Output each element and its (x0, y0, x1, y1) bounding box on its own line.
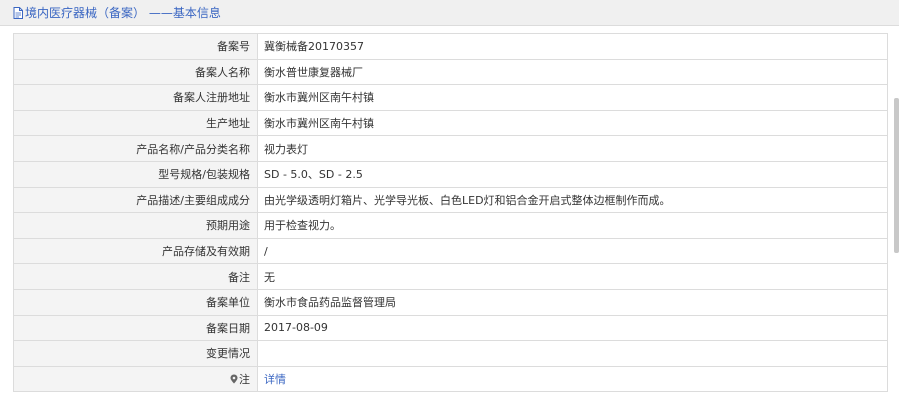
table-row: 预期用途 用于检查视力。 (13, 212, 888, 239)
table-row: 产品描述/主要组成成分 由光学级透明灯箱片、光学导光板、白色LED灯和铝合金开启… (13, 186, 888, 214)
document-icon (13, 7, 23, 22)
row-label: 生产地址 (13, 109, 258, 137)
row-label: 备案人名称 (13, 58, 258, 86)
row-value: 衡水市食品药品监督管理局 (257, 288, 888, 316)
table-row: 产品名称/产品分类名称 视力表灯 (13, 135, 888, 162)
table-row: 备注 无 (13, 263, 888, 290)
table-row: 备案人名称 衡水普世康复器械厂 (13, 58, 888, 86)
table-row: 产品存储及有效期 / (13, 237, 888, 265)
page-title: 境内医疗器械（备案） ——基本信息 (13, 4, 221, 22)
row-value: 视力表灯 (257, 135, 888, 162)
row-value (257, 340, 888, 367)
scrollbar-thumb[interactable] (894, 98, 899, 253)
row-label: 备案人注册地址 (13, 84, 258, 111)
row-label: 预期用途 (13, 212, 258, 239)
page-title-text: 境内医疗器械（备案） ——基本信息 (25, 6, 221, 20)
table-row: 生产地址 衡水市冀州区南午村镇 (13, 109, 888, 137)
row-value: SD - 5.0、SD - 2.5 (257, 160, 888, 188)
row-label: 备案日期 (13, 314, 258, 342)
row-label: 备案号 (13, 33, 258, 60)
row-value: 衡水市冀州区南午村镇 (257, 84, 888, 111)
row-label-note: 注 (13, 365, 258, 393)
table-row: 备案日期 2017-08-09 (13, 314, 888, 342)
page-header: 境内医疗器械（备案） ——基本信息 (0, 0, 899, 26)
row-label: 变更情况 (13, 340, 258, 367)
row-value: 用于检查视力。 (257, 212, 888, 239)
row-value: / (257, 237, 888, 265)
row-value: 由光学级透明灯箱片、光学导光板、白色LED灯和铝合金开启式整体边框制作而成。 (257, 186, 888, 214)
table-row: 注 详情 (13, 365, 888, 393)
note-label: 注 (239, 373, 250, 387)
row-label: 备注 (13, 263, 258, 290)
row-value: 2017-08-09 (257, 314, 888, 342)
basic-info-table: 备案号 冀衡械备20170357 备案人名称 衡水普世康复器械厂 备案人注册地址… (13, 33, 888, 393)
row-label: 产品存储及有效期 (13, 237, 258, 265)
row-value: 衡水普世康复器械厂 (257, 58, 888, 86)
table-row: 变更情况 (13, 340, 888, 367)
details-link[interactable]: 详情 (264, 373, 286, 386)
table-row: 备案人注册地址 衡水市冀州区南午村镇 (13, 84, 888, 111)
table-row: 备案号 冀衡械备20170357 (13, 33, 888, 60)
row-label: 产品描述/主要组成成分 (13, 186, 258, 214)
pin-icon (230, 374, 238, 387)
row-value: 详情 (257, 365, 888, 393)
table-row: 备案单位 衡水市食品药品监督管理局 (13, 288, 888, 316)
row-label: 备案单位 (13, 288, 258, 316)
row-value: 冀衡械备20170357 (257, 33, 888, 60)
row-label: 产品名称/产品分类名称 (13, 135, 258, 162)
row-value: 衡水市冀州区南午村镇 (257, 109, 888, 137)
table-row: 型号规格/包装规格 SD - 5.0、SD - 2.5 (13, 160, 888, 188)
row-value: 无 (257, 263, 888, 290)
row-label: 型号规格/包装规格 (13, 160, 258, 188)
